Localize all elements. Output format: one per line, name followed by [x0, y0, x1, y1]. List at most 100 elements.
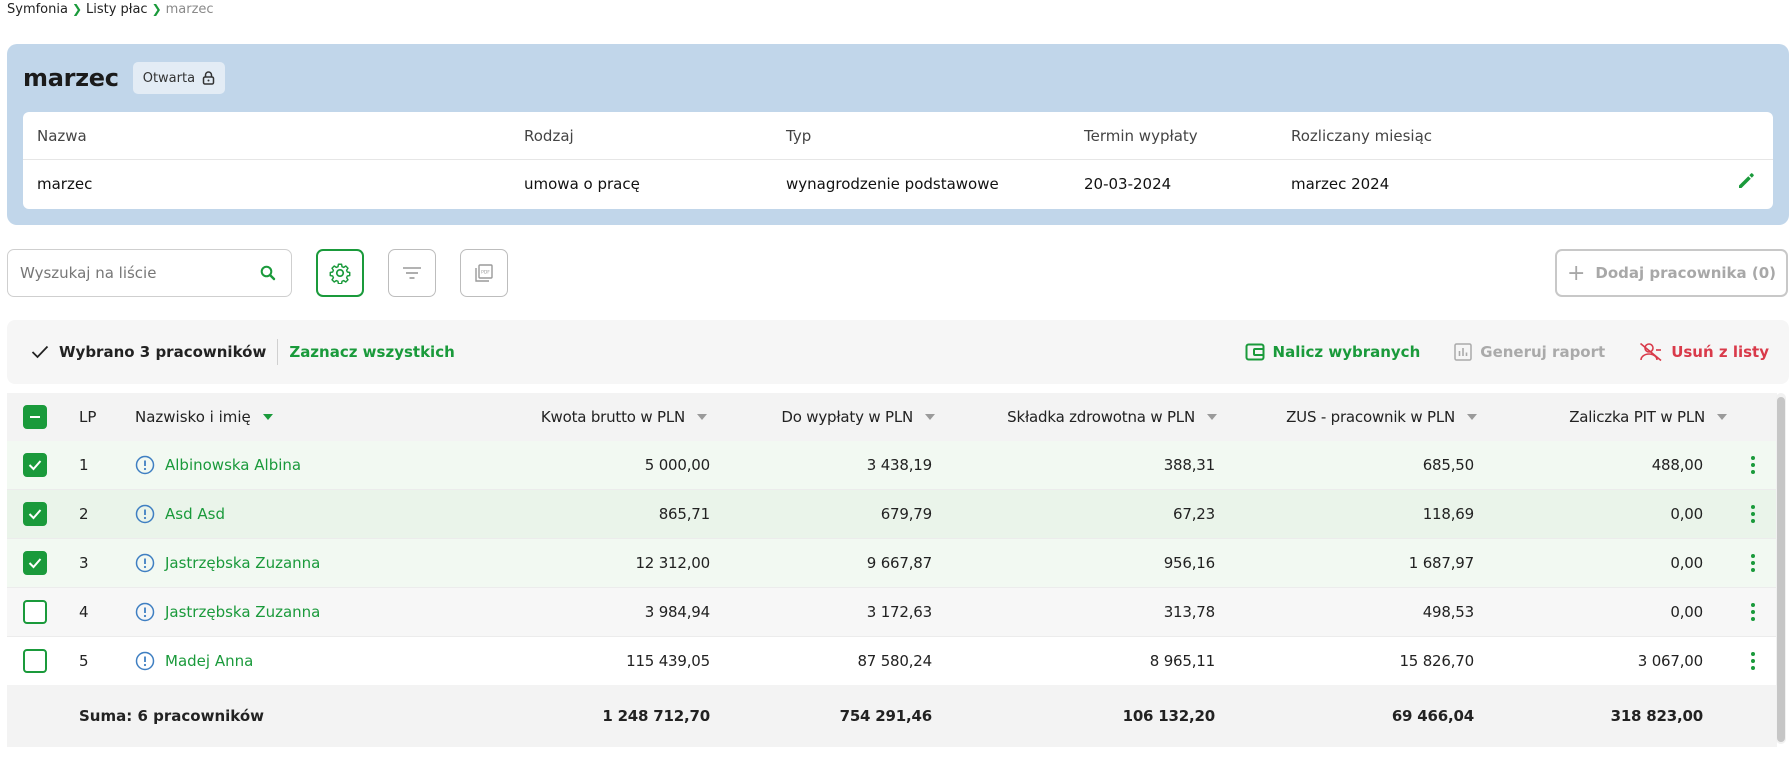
table-footer: Suma: 6 pracowników 1 248 712,70 754 291…	[7, 685, 1777, 747]
row-gross: 865,71	[658, 505, 710, 523]
info-value-type: wynagrodzenie podstawowe	[786, 175, 999, 193]
checkbox[interactable]	[23, 453, 47, 477]
employee-name-link[interactable]: Jastrzębska Zuzanna	[165, 554, 320, 572]
chevron-right-icon: ❯	[71, 2, 82, 16]
info-value-kind: umowa o pracę	[524, 175, 640, 193]
row-net: 3 172,63	[866, 603, 932, 621]
add-employee-button[interactable]: + Dodaj pracownika (0)	[1555, 249, 1788, 297]
info-icon[interactable]	[135, 553, 155, 573]
export-pdf-button[interactable]: PDF	[460, 249, 508, 297]
status-badge-label: Otwarta	[142, 70, 196, 86]
employee-name-link[interactable]: Asd Asd	[165, 505, 225, 523]
row-name-cell: Jastrzębska Zuzanna	[135, 588, 320, 636]
payroll-header-card: marzec Otwarta Nazwa Rodzaj Typ Termin w…	[7, 44, 1789, 225]
table-row[interactable]: 3 Jastrzębska Zuzanna 12 312,00 9 667,87 956…	[7, 539, 1777, 588]
checkbox[interactable]	[23, 649, 47, 673]
table-row[interactable]: 2 Asd Asd 865,71 679,79 67,23 118,69 0,00	[7, 490, 1777, 539]
col-net-header[interactable]: Do wypłaty w PLN	[687, 393, 935, 441]
svg-text:PDF: PDF	[481, 270, 490, 276]
row-lp: 5	[79, 652, 89, 670]
employee-name-link[interactable]: Madej Anna	[165, 652, 253, 670]
info-icon[interactable]	[135, 455, 155, 475]
info-value-name: marzec	[37, 175, 93, 193]
pencil-icon	[1739, 173, 1754, 188]
filter-button[interactable]	[388, 249, 436, 297]
row-name-cell: Madej Anna	[135, 637, 253, 685]
breadcrumb-item-payroll-lists[interactable]: Listy płac	[86, 2, 148, 17]
breadcrumb-item-symfonia[interactable]: Symfonia	[7, 2, 68, 17]
row-menu-button[interactable]	[1745, 588, 1761, 636]
settings-button[interactable]	[316, 249, 364, 297]
remove-from-list-label: Usuń z listy	[1671, 343, 1769, 361]
info-value-row: marzec umowa o pracę wynagrodzenie podst…	[23, 160, 1773, 208]
info-header-row: Nazwa Rodzaj Typ Termin wypłaty Rozlicza…	[23, 112, 1773, 160]
edit-button[interactable]	[1737, 172, 1755, 194]
info-col-payment-date: Termin wypłaty	[1084, 127, 1198, 145]
row-lp: 3	[79, 554, 89, 572]
filter-icon	[403, 267, 421, 279]
row-menu-button[interactable]	[1745, 441, 1761, 489]
select-all-checkbox[interactable]	[23, 393, 47, 441]
breadcrumb: Symfonia ❯ Listy płac ❯ marzec	[7, 0, 214, 18]
kebab-icon	[1751, 637, 1755, 685]
row-health: 388,31	[1163, 456, 1215, 474]
info-icon[interactable]	[135, 651, 155, 671]
sort-icon[interactable]	[1717, 414, 1727, 420]
col-zus-header[interactable]: ZUS - pracownik w PLN	[1207, 393, 1477, 441]
table-scrollbar[interactable]	[1776, 393, 1786, 744]
row-zus: 1 687,97	[1408, 554, 1474, 572]
scrollbar-thumb[interactable]	[1777, 397, 1785, 742]
row-name-cell: Asd Asd	[135, 490, 225, 538]
remove-from-list-button[interactable]: Usuń z listy	[1639, 342, 1769, 362]
footer-zus: 69 466,04	[1391, 707, 1474, 725]
kebab-icon	[1751, 490, 1755, 538]
page-title: marzec	[23, 64, 119, 92]
checkbox[interactable]	[23, 502, 47, 526]
sort-desc-icon[interactable]	[262, 414, 273, 420]
select-all-link[interactable]: Zaznacz wszystkich	[289, 343, 454, 361]
row-menu-button[interactable]	[1745, 490, 1761, 538]
row-menu-button[interactable]	[1745, 539, 1761, 587]
breadcrumb-item-current: marzec	[165, 1, 214, 17]
row-pit: 0,00	[1670, 603, 1703, 621]
calculate-selected-button[interactable]: Nalicz wybranych	[1245, 343, 1420, 361]
row-lp: 1	[79, 456, 89, 474]
row-health: 956,16	[1163, 554, 1215, 572]
col-health-header[interactable]: Składka zdrowotna w PLN	[907, 393, 1217, 441]
sort-icon[interactable]	[1467, 414, 1477, 420]
row-checkbox-cell	[23, 490, 47, 538]
checkbox[interactable]	[23, 405, 47, 429]
checkbox[interactable]	[23, 600, 47, 624]
checkbox[interactable]	[23, 551, 47, 575]
col-pit-header[interactable]: Zaliczka PIT w PLN	[1487, 393, 1727, 441]
pdf-icon: PDF	[475, 264, 493, 282]
divider	[277, 339, 279, 365]
info-col-name: Nazwa	[37, 127, 87, 145]
row-lp: 2	[79, 505, 89, 523]
table-row[interactable]: 5 Madej Anna 115 439,05 87 580,24 8 965,11 15…	[7, 637, 1777, 686]
info-col-kind: Rodzaj	[524, 127, 574, 145]
info-icon[interactable]	[135, 504, 155, 524]
row-health: 8 965,11	[1149, 652, 1215, 670]
status-badge: Otwarta	[132, 62, 226, 94]
employee-name-link[interactable]: Albinowska Albina	[165, 456, 301, 474]
row-checkbox-cell	[23, 588, 47, 636]
search-input[interactable]	[20, 264, 240, 282]
footer-sum-label: Suma: 6 pracowników	[79, 685, 264, 747]
search-icon[interactable]	[259, 264, 277, 282]
table-row[interactable]: 4 Jastrzębska Zuzanna 3 984,94 3 172,63 313,…	[7, 588, 1777, 637]
generate-report-button[interactable]: Generuj raport	[1454, 343, 1605, 361]
col-gross-header[interactable]: Kwota brutto w PLN	[467, 393, 707, 441]
info-col-type: Typ	[786, 127, 812, 145]
footer-count: 6 pracowników	[137, 707, 264, 725]
row-menu-button[interactable]	[1745, 637, 1761, 685]
table-row[interactable]: 1 Albinowska Albina 5 000,00 3 438,19 388,31…	[7, 441, 1777, 490]
col-name-header[interactable]: Nazwisko i imię	[135, 393, 273, 441]
row-health: 313,78	[1163, 603, 1215, 621]
employees-table: LP Nazwisko i imię Kwota brutto w PLN Do…	[7, 393, 1782, 747]
col-health-label: Składka zdrowotna w PLN	[1007, 408, 1195, 426]
row-health: 67,23	[1173, 505, 1215, 523]
info-icon[interactable]	[135, 602, 155, 622]
employee-name-link[interactable]: Jastrzębska Zuzanna	[165, 603, 320, 621]
table-header: LP Nazwisko i imię Kwota brutto w PLN Do…	[7, 393, 1777, 441]
